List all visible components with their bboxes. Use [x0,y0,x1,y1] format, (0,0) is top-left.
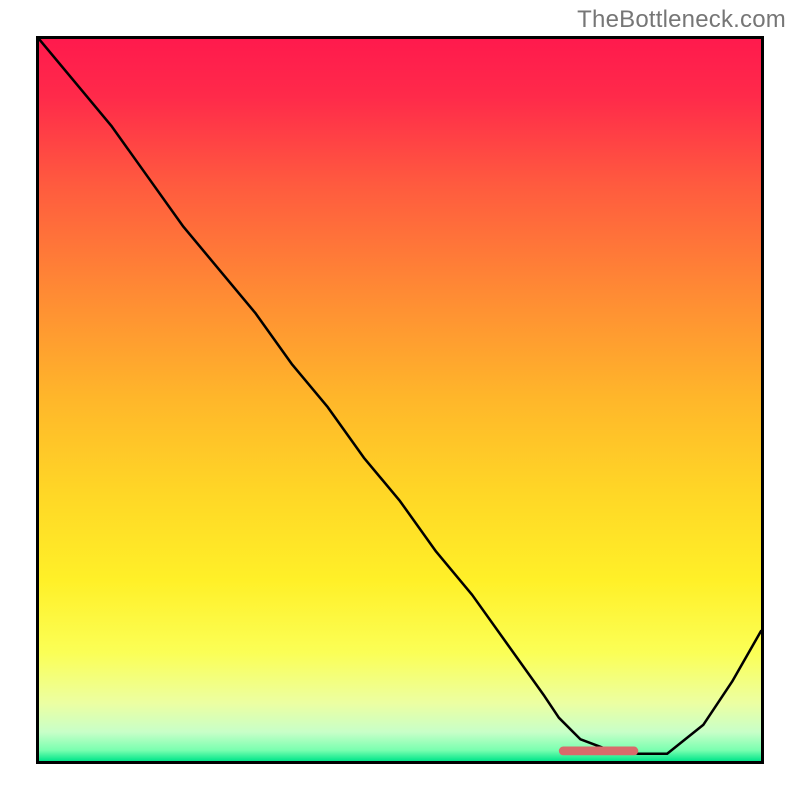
marker-band [559,747,638,756]
watermark-text: TheBottleneck.com [577,6,786,34]
curve-line [39,39,761,754]
chart-frame [36,36,764,764]
chart-plot [39,39,761,761]
